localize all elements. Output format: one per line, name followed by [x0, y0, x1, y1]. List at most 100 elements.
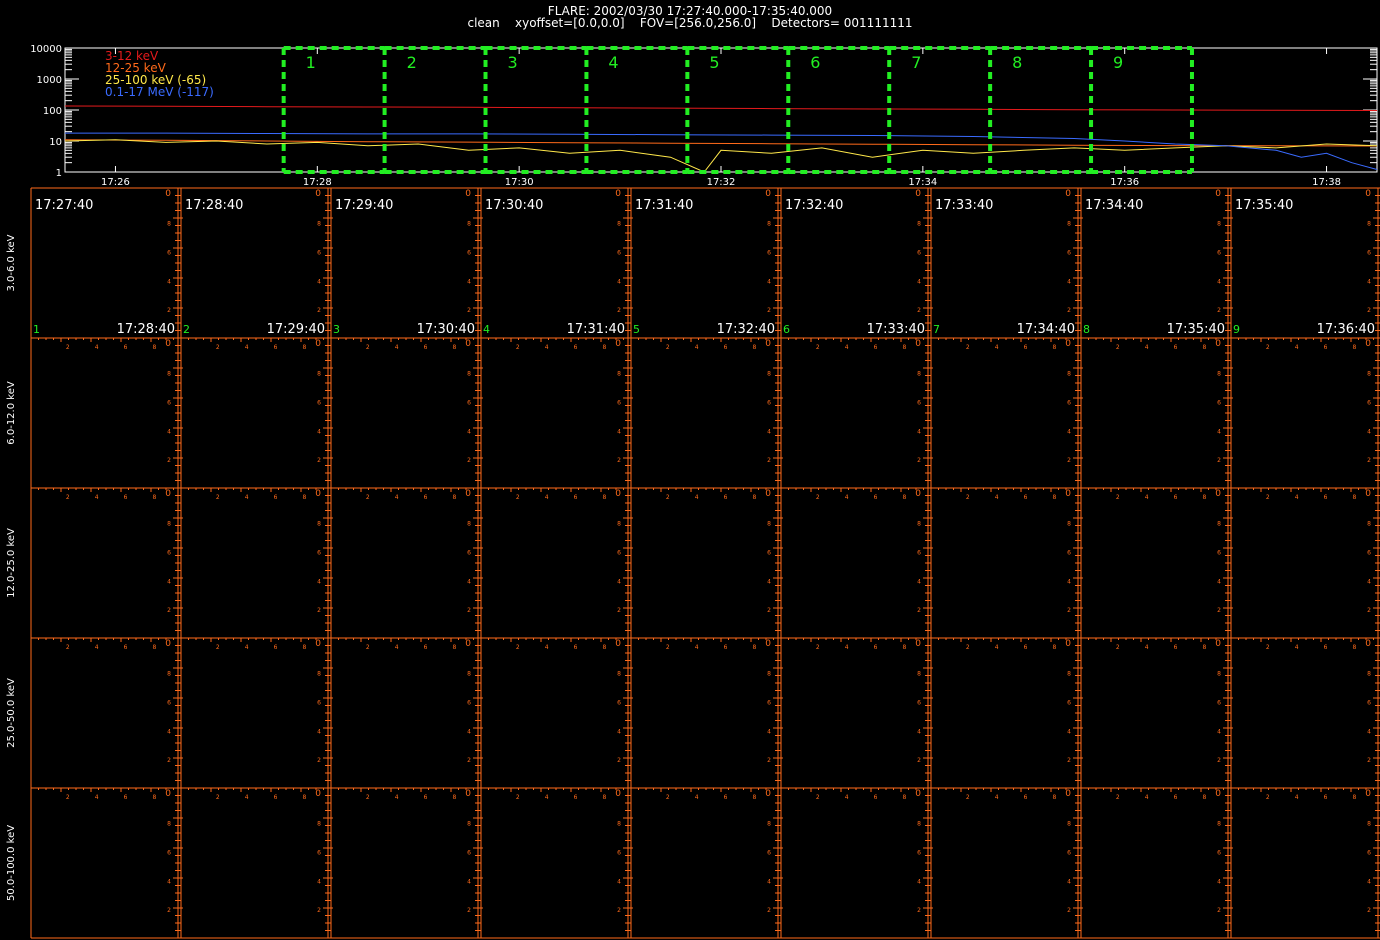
image-panel: 2 4 6 8 0 2 4 6 8	[788, 488, 933, 638]
image-panel-grid: 3.0-6.0 keV 6.0-12.0 keV 12.0-25.0 keV 25.0…	[6, 187, 1380, 939]
panel-y-tick-label: 2	[167, 757, 171, 764]
image-panel: 2 4 6 8 0 2 4 6 8	[1238, 488, 1380, 638]
panel-y-tick-label: 6	[1067, 699, 1071, 706]
y-tick-label: 1000	[37, 75, 62, 86]
panel-end-time: 17:28:40	[117, 322, 175, 337]
panel-y-tick-label: 6	[1367, 249, 1371, 256]
panel-y-tick-label: 6	[1217, 549, 1221, 556]
panel-zero-label: 0	[765, 639, 771, 649]
panel-y-tick-label: 2	[767, 307, 771, 314]
panel-zero-label: 0	[165, 339, 171, 349]
interval-number: 3	[508, 53, 518, 72]
panel-x-tick-label: 8	[302, 344, 306, 351]
panel-y-tick-label: 4	[917, 578, 921, 585]
panel-y-tick-label: 2	[167, 457, 171, 464]
image-panel: 2 4 6 8 0 2 4 6 8	[638, 338, 783, 488]
panel-y-tick-label: 8	[167, 671, 171, 678]
panel-x-tick-label: 6	[874, 794, 878, 801]
panel-x-tick-label: 4	[545, 494, 549, 501]
interval-number: 8	[1012, 53, 1022, 72]
panel-y-tick-label: 2	[1067, 307, 1071, 314]
panel-start-time: 17:32:40	[785, 198, 843, 213]
panel-x-tick-label: 8	[1352, 644, 1356, 651]
panel-y-tick-label: 4	[917, 278, 921, 285]
panel-y-tick-label: 4	[767, 578, 771, 585]
panel-x-tick-label: 2	[666, 494, 670, 501]
panel-index-label: 1	[33, 323, 40, 336]
panel-x-tick-label: 2	[816, 644, 820, 651]
panel-x-tick-label: 8	[1202, 494, 1206, 501]
panel-y-tick-label: 8	[467, 521, 471, 528]
panel-x-tick-label: 2	[216, 794, 220, 801]
panel-start-time: 17:29:40	[335, 198, 393, 213]
panel-x-tick-label: 4	[95, 494, 99, 501]
panel-y-tick-label: 4	[1067, 878, 1071, 885]
image-panel: 2 4 6 8 0 17:29:40 17:30:40 3	[333, 188, 483, 338]
panel-y-tick-label: 6	[917, 549, 921, 556]
panel-y-tick-label: 8	[467, 221, 471, 228]
panel-y-tick-label: 8	[1067, 671, 1071, 678]
panel-x-tick-label: 4	[845, 344, 849, 351]
panel-y-tick-label: 8	[1067, 221, 1071, 228]
panel-zero-label: 0	[465, 639, 471, 649]
panel-x-tick-label: 6	[724, 644, 728, 651]
panel-x-tick-label: 6	[574, 794, 578, 801]
interval-number: 7	[911, 53, 921, 72]
image-panel: 2 4 6 8 0 2 4 6 8	[938, 488, 1083, 638]
panel-y-tick-label: 6	[167, 249, 171, 256]
panel-x-tick-label: 6	[1324, 344, 1328, 351]
panel-x-tick-label: 8	[152, 794, 156, 801]
panel-y-tick-label: 4	[317, 428, 321, 435]
image-panel: 2 4 6 8 0 17:32:40 17:33:40 6	[783, 188, 933, 338]
image-panel: 2 4 6 8 0 2 4 6 8	[938, 788, 1083, 938]
panel-start-time: 17:27:40	[35, 198, 93, 213]
image-panel: 2 4 6 8 0 2 4 6 8	[38, 788, 183, 938]
panel-x-tick-label: 8	[1052, 344, 1056, 351]
panel-index-label: 2	[183, 323, 190, 336]
panel-x-tick-label: 2	[816, 344, 820, 351]
panel-y-tick-label: 2	[617, 307, 621, 314]
panel-y-tick-label: 6	[467, 399, 471, 406]
panel-start-time: 17:33:40	[935, 198, 993, 213]
panel-y-tick-label: 2	[617, 607, 621, 614]
panel-y-tick-label: 2	[1217, 457, 1221, 464]
panel-end-time: 17:32:40	[717, 322, 775, 337]
panel-x-tick-label: 4	[395, 494, 399, 501]
image-panel: 2 4 6 8 0 2 4 6 8	[338, 488, 483, 638]
panel-y-tick-label: 6	[467, 849, 471, 856]
panel-y-tick-label: 4	[317, 728, 321, 735]
panel-y-tick-label: 6	[617, 399, 621, 406]
panel-y-tick-label: 2	[617, 757, 621, 764]
panel-y-tick-label: 4	[767, 878, 771, 885]
panel-y-tick-label: 2	[1067, 907, 1071, 914]
panel-x-tick-label: 4	[695, 344, 699, 351]
panel-y-tick-label: 2	[1067, 457, 1071, 464]
panel-zero-label: 0	[615, 639, 621, 649]
panel-end-time: 17:33:40	[867, 322, 925, 337]
panel-y-tick-label: 4	[1217, 428, 1221, 435]
panel-x-tick-label: 2	[966, 494, 970, 501]
panel-y-tick-label: 4	[467, 278, 471, 285]
panel-zero-label: 0	[1365, 789, 1371, 799]
panel-x-tick-label: 6	[724, 794, 728, 801]
panel-x-tick-label: 8	[152, 644, 156, 651]
panel-x-tick-label: 8	[1202, 644, 1206, 651]
panel-x-tick-label: 4	[1145, 794, 1149, 801]
panel-x-tick-label: 4	[245, 794, 249, 801]
panel-y-tick-label: 8	[1217, 221, 1221, 228]
panel-y-tick-label: 6	[617, 249, 621, 256]
panel-x-tick-label: 2	[216, 644, 220, 651]
panel-zero-label: 0	[165, 189, 171, 199]
panel-x-tick-label: 6	[874, 644, 878, 651]
panel-x-tick-label: 8	[752, 344, 756, 351]
panel-y-tick-label: 8	[767, 671, 771, 678]
panel-zero-label: 0	[615, 789, 621, 799]
panel-x-tick-label: 6	[1024, 344, 1028, 351]
panel-end-time: 17:31:40	[567, 322, 625, 337]
panel-y-tick-label: 8	[1067, 821, 1071, 828]
panel-x-tick-label: 8	[1202, 344, 1206, 351]
panel-zero-label: 0	[765, 189, 771, 199]
panel-y-tick-label: 4	[1217, 278, 1221, 285]
panel-x-tick-label: 4	[845, 644, 849, 651]
image-panel: 2 4 6 8 0 2 4 6 8	[1088, 638, 1233, 788]
